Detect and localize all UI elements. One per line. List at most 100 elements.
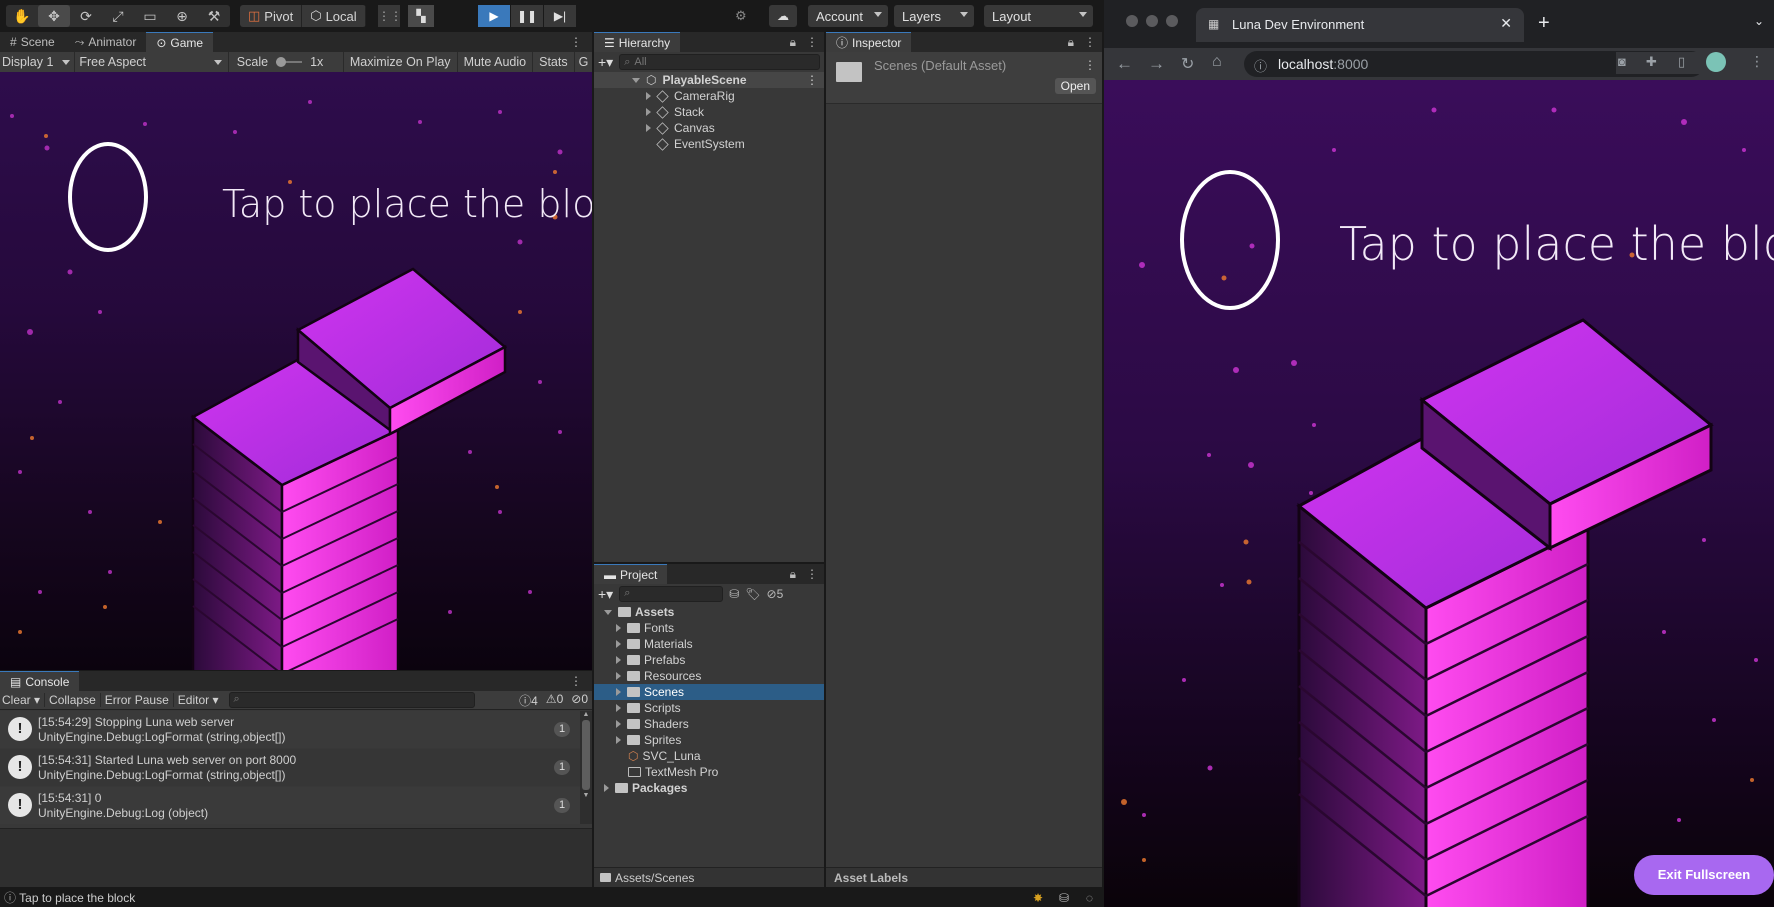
lock-icon[interactable]: 🔒︎: [786, 32, 800, 52]
account-dropdown[interactable]: Account: [808, 5, 888, 27]
console-entry[interactable]: ! [15:54:31] 0 UnityEngine.Debug:Log (ob…: [0, 787, 590, 824]
scrollbar-thumb[interactable]: [582, 720, 590, 790]
console-entry[interactable]: ! [15:54:29] Stopping Luna web server Un…: [0, 711, 590, 748]
collapse-button[interactable]: Collapse: [45, 693, 101, 707]
hierarchy-item-canvas[interactable]: Canvas: [594, 120, 824, 136]
editor-dropdown[interactable]: Editor ▾: [174, 693, 223, 707]
gizmos-toggle[interactable]: G: [575, 52, 592, 72]
tab-animator[interactable]: ⤳ Animator: [65, 32, 147, 52]
display-dropdown[interactable]: Display 1: [0, 52, 76, 72]
info-filter-toggle[interactable]: ⓘ4: [519, 692, 538, 709]
reload-icon[interactable]: ↻: [1181, 54, 1194, 74]
forward-arrow-icon[interactable]: →: [1148, 54, 1165, 74]
inspector-menu-icon[interactable]: ⋮: [1084, 58, 1096, 72]
expand-arrow-icon[interactable]: [616, 656, 621, 664]
grid-snap-button[interactable]: ⋮⋮: [378, 5, 402, 27]
sidepanel-icon[interactable]: ▯: [1678, 54, 1685, 70]
layout-dropdown[interactable]: Layout: [984, 5, 1093, 27]
step-button[interactable]: ▶|: [544, 5, 576, 27]
layers-dropdown[interactable]: Layers: [894, 5, 974, 27]
hidden-packages-toggle[interactable]: ⊘5: [767, 587, 784, 601]
back-arrow-icon[interactable]: ←: [1116, 54, 1133, 74]
project-folder-shaders[interactable]: Shaders: [594, 716, 824, 732]
maximize-on-play-toggle[interactable]: Maximize On Play: [344, 52, 458, 72]
create-asset-button[interactable]: +▾: [598, 586, 613, 603]
site-info-icon[interactable]: ⓘ: [1254, 56, 1267, 75]
error-filter-toggle[interactable]: ⊘0: [571, 692, 588, 709]
cache-icon[interactable]: ⛁: [1059, 889, 1069, 907]
home-icon[interactable]: ⌂: [1212, 53, 1222, 71]
scroll-down-icon[interactable]: ▼: [580, 792, 592, 799]
filter-by-type-icon[interactable]: ⛁: [729, 587, 739, 601]
expand-arrow-icon[interactable]: [646, 92, 651, 100]
error-pause-button[interactable]: Error Pause: [101, 693, 174, 707]
scene-menu-icon[interactable]: ⋮: [806, 73, 818, 87]
exit-fullscreen-button[interactable]: Exit Fullscreen: [1634, 855, 1774, 895]
mute-audio-toggle[interactable]: Mute Audio: [458, 52, 534, 72]
lock-icon[interactable]: 🔒︎: [1064, 32, 1078, 52]
console-scrollbar[interactable]: ▲ ▼: [580, 711, 592, 824]
expand-arrow-icon[interactable]: [616, 720, 621, 728]
scale-control[interactable]: Scale 1x: [229, 52, 344, 72]
tab-game[interactable]: ⊙ Game: [146, 32, 214, 52]
expand-arrow-icon[interactable]: [616, 624, 621, 632]
puzzle-extension-icon[interactable]: ✚: [1646, 54, 1657, 70]
project-folder-scripts[interactable]: Scripts: [594, 700, 824, 716]
hierarchy-item-camerarig[interactable]: CameraRig: [594, 88, 824, 104]
project-folder-materials[interactable]: Materials: [594, 636, 824, 652]
scroll-up-icon[interactable]: ▲: [580, 711, 592, 718]
console-search-input[interactable]: ⌕: [228, 692, 475, 708]
stats-toggle[interactable]: Stats: [533, 52, 575, 72]
expand-arrow-icon[interactable]: [646, 124, 651, 132]
rect-tool-icon[interactable]: ▭: [134, 5, 166, 27]
open-button[interactable]: Open: [1054, 78, 1096, 94]
custom-tool-icon[interactable]: ⚒: [198, 5, 230, 27]
new-tab-icon[interactable]: +: [1538, 12, 1550, 35]
tab-scene[interactable]: # Scene: [0, 32, 65, 52]
project-folder-fonts[interactable]: Fonts: [594, 620, 824, 636]
local-toggle[interactable]: ⬡ Local: [302, 5, 366, 27]
panel-menu-icon[interactable]: ⋮: [560, 32, 592, 52]
browser-viewport[interactable]: Tap to place the block: [1104, 80, 1774, 907]
expand-arrow-icon[interactable]: [616, 640, 621, 648]
play-button[interactable]: ▶: [478, 5, 510, 27]
cloud-icon[interactable]: ☁: [769, 5, 797, 27]
tab-hierarchy[interactable]: ☰ Hierarchy: [594, 32, 681, 52]
rotate-tool-icon[interactable]: ⟳: [70, 5, 102, 27]
browser-tab[interactable]: ▦ Luna Dev Environment ✕: [1196, 8, 1524, 42]
window-minimize-dot[interactable]: [1146, 15, 1158, 27]
pause-button[interactable]: ❚❚: [511, 5, 543, 27]
expand-arrow-icon[interactable]: [616, 704, 621, 712]
browser-menu-icon[interactable]: ⋮: [1750, 53, 1764, 70]
project-root-assets[interactable]: Assets: [594, 604, 824, 620]
expand-arrow-icon[interactable]: [616, 672, 621, 680]
project-folder-textmesh-pro[interactable]: TextMesh Pro: [594, 764, 824, 780]
project-folder-resources[interactable]: Resources: [594, 668, 824, 684]
clear-button[interactable]: Clear ▾: [0, 693, 46, 707]
hierarchy-item-eventsystem[interactable]: EventSystem: [594, 136, 824, 152]
profile-avatar[interactable]: [1706, 52, 1726, 72]
hierarchy-scene-row[interactable]: ⬡ PlayableScene ⋮: [594, 72, 824, 88]
debug-icon[interactable]: ✸: [1033, 889, 1043, 907]
warning-filter-toggle[interactable]: ⚠0: [546, 692, 563, 709]
project-folder-sprites[interactable]: Sprites: [594, 732, 824, 748]
lock-icon[interactable]: 🔒︎: [786, 564, 800, 584]
project-folder-scenes[interactable]: Scenes: [594, 684, 824, 700]
panel-menu-icon[interactable]: ⋮: [560, 671, 592, 691]
panel-menu-icon[interactable]: ⋮: [1078, 32, 1102, 52]
expand-arrow-icon[interactable]: [604, 784, 609, 792]
hand-tool-icon[interactable]: ✋: [6, 5, 38, 27]
expand-arrow-icon[interactable]: [616, 688, 621, 696]
pivot-toggle[interactable]: ◫ Pivot: [240, 5, 303, 27]
project-folder-prefabs[interactable]: Prefabs: [594, 652, 824, 668]
close-tab-icon[interactable]: ✕: [1500, 15, 1512, 32]
console-entry[interactable]: ! [15:54:31] Started Luna web server on …: [0, 749, 590, 786]
aspect-dropdown[interactable]: Free Aspect: [75, 52, 229, 72]
tab-search-icon[interactable]: ⌄: [1754, 14, 1764, 28]
project-root-packages[interactable]: Packages: [594, 780, 824, 796]
tab-inspector[interactable]: ⓘ Inspector: [826, 32, 912, 52]
scale-slider-knob[interactable]: [276, 57, 287, 67]
panel-menu-icon[interactable]: ⋮: [800, 564, 824, 584]
scale-tool-icon[interactable]: ⤢: [102, 5, 134, 27]
progress-icon[interactable]: ◌: [1086, 889, 1093, 907]
